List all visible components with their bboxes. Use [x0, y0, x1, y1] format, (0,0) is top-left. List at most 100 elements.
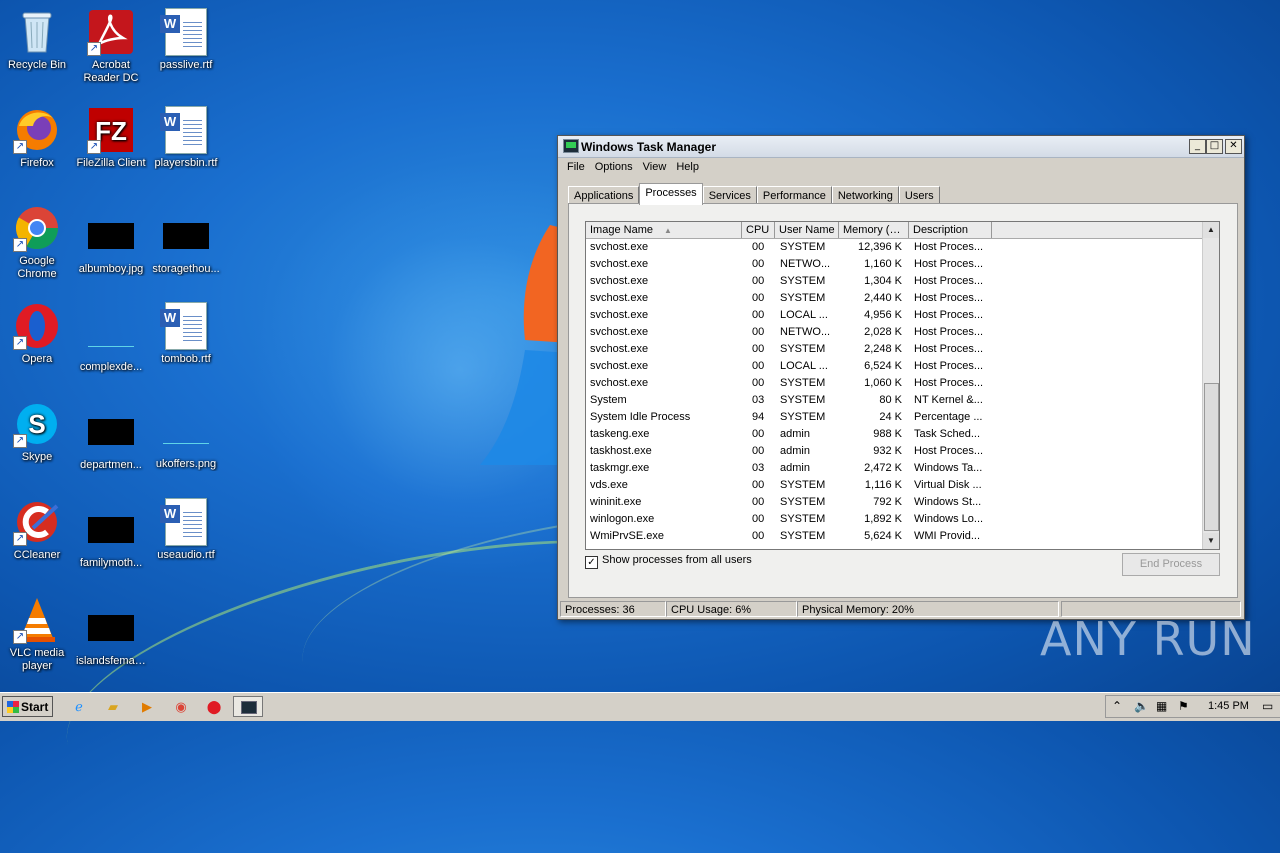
skype-icon: S ↗ — [13, 400, 61, 448]
table-row[interactable]: svchost.exe 00 SYSTEM 1,060 K Host Proces... — [586, 375, 1219, 392]
desktop-icon-opera[interactable]: ↗ Opera — [0, 302, 74, 366]
menu-view[interactable]: View — [638, 158, 672, 176]
shortcut-arrow-icon: ↗ — [87, 42, 101, 56]
show-all-users-checkbox[interactable]: ✓ Show processes from all users — [585, 554, 752, 569]
column-cpu[interactable]: CPU — [742, 222, 775, 238]
desktop-icon-ccleaner[interactable]: ↗ CCleaner — [0, 498, 74, 562]
cell-name: svchost.exe — [590, 292, 649, 304]
column-description[interactable]: Description — [909, 222, 992, 238]
desktop-icon-label: familymoth... — [79, 557, 143, 569]
cell-mem: 988 K — [873, 428, 902, 440]
table-row[interactable]: wininit.exe 00 SYSTEM 792 K Windows St... — [586, 494, 1219, 511]
desktop-icon-label: CCleaner — [13, 549, 61, 561]
table-row[interactable]: svchost.exe 00 SYSTEM 2,440 K Host Proces... — [586, 290, 1219, 307]
processes-panel: Image Name ▲ CPU User Name Memory (… Des… — [568, 203, 1238, 598]
desktop-icon-file[interactable]: storagethou... — [149, 212, 223, 276]
process-list[interactable]: Image Name ▲ CPU User Name Memory (… Des… — [585, 221, 1220, 550]
status-cpu: CPU Usage: 6% — [666, 601, 797, 617]
column-memory[interactable]: Memory (… — [839, 222, 909, 238]
table-row[interactable]: svchost.exe 00 SYSTEM 12,396 K Host Proces..… — [586, 239, 1219, 256]
table-row[interactable]: svchost.exe 00 SYSTEM 1,304 K Host Proces... — [586, 273, 1219, 290]
close-button[interactable]: ✕ — [1225, 139, 1242, 154]
maximize-button[interactable]: □ — [1206, 139, 1223, 154]
action-center-flag-icon[interactable]: ⚑ — [1178, 699, 1189, 713]
table-row[interactable]: vds.exe 00 SYSTEM 1,116 K Virtual Disk ... — [586, 477, 1219, 494]
show-desktop-icon[interactable]: ▭ — [1262, 699, 1273, 713]
table-row[interactable]: System Idle Process 94 SYSTEM 24 K Percentag… — [586, 409, 1219, 426]
menu-file[interactable]: File — [562, 158, 590, 176]
desktop-icon-label: useaudio.rtf — [157, 549, 215, 561]
table-row[interactable]: svchost.exe 00 LOCAL ... 6,524 K Host Proces… — [586, 358, 1219, 375]
end-process-button[interactable]: End Process — [1122, 553, 1220, 576]
table-row[interactable]: System 03 SYSTEM 80 K NT Kernel &... — [586, 392, 1219, 409]
desktop-icon-chrome[interactable]: ↗ Google Chrome — [0, 204, 74, 281]
desktop-icon-file[interactable]: albumboy.jpg — [74, 212, 148, 276]
shortcut-arrow-icon: ↗ — [13, 532, 27, 546]
desktop-icon-recycle-bin[interactable]: Recycle Bin — [0, 8, 74, 72]
clock[interactable]: 1:45 PM — [1208, 700, 1249, 712]
task-manager-taskbar-button[interactable] — [233, 696, 263, 717]
column-image-name[interactable]: Image Name ▲ — [586, 222, 742, 238]
volume-icon[interactable]: 🔈 — [1134, 699, 1149, 713]
cell-name: WmiPrvSE.exe — [590, 530, 664, 542]
desktop-icon-label: playersbin.rtf — [154, 157, 218, 169]
taskbar: Start ℯ ▰ ▶ ◉ ⬤ ⌃ 🔈 ▦ ⚑ ▭ 1:45 PM — [0, 692, 1280, 721]
process-rows: svchost.exe 00 SYSTEM 12,396 K Host Proces..… — [586, 239, 1219, 545]
media-player-icon[interactable]: ▶ — [138, 698, 156, 716]
table-row[interactable]: WmiPrvSE.exe 00 SYSTEM 5,624 K WMI Provid... — [586, 528, 1219, 545]
desktop-icon-label: Acrobat Reader DC — [83, 59, 139, 84]
desktop-icon-rtf[interactable]: W playersbin.rtf — [149, 106, 223, 170]
table-row[interactable]: taskeng.exe 00 admin 988 K Task Sched... — [586, 426, 1219, 443]
menu-help[interactable]: Help — [671, 158, 704, 176]
desktop-icon-file[interactable]: familymoth... — [74, 506, 148, 570]
internet-explorer-icon[interactable]: ℯ — [70, 698, 88, 716]
desktop-icon-label: passlive.rtf — [159, 59, 213, 71]
opera-icon[interactable]: ⬤ — [205, 698, 223, 716]
desktop-icon-rtf[interactable]: W passlive.rtf — [149, 8, 223, 72]
desktop-icon-file[interactable]: complexde... — [74, 310, 148, 374]
scroll-thumb[interactable] — [1204, 383, 1219, 531]
tab-processes[interactable]: Processes — [639, 183, 703, 205]
table-row[interactable]: svchost.exe 00 NETWO... 2,028 K Host Proces.… — [586, 324, 1219, 341]
start-button[interactable]: Start — [2, 696, 53, 717]
desktop-icon-vlc[interactable]: ↗ VLC media player — [0, 596, 74, 673]
status-processes: Processes: 36 — [560, 601, 666, 617]
desktop-icon-acrobat[interactable]: ↗ Acrobat Reader DC — [74, 8, 148, 85]
table-row[interactable]: taskhost.exe 00 admin 932 K Host Proces... — [586, 443, 1219, 460]
desktop-icon-skype[interactable]: S ↗ Skype — [0, 400, 74, 464]
table-row[interactable]: taskmgr.exe 03 admin 2,472 K Windows Ta... — [586, 460, 1219, 477]
desktop-icon-file[interactable]: ukoffers.png — [149, 408, 223, 471]
cell-user: SYSTEM — [780, 377, 826, 389]
folder-icon[interactable]: ▰ — [104, 698, 122, 716]
column-user-name[interactable]: User Name — [775, 222, 839, 238]
task-manager-window[interactable]: Windows Task Manager _ □ ✕ File Options Vi… — [557, 135, 1245, 620]
desktop-icon-file[interactable]: islandsfemal... — [74, 604, 148, 668]
cell-mem: 80 K — [879, 394, 902, 406]
desktop-icon-rtf[interactable]: W tombob.rtf — [149, 302, 223, 366]
table-row[interactable]: svchost.exe 00 NETWO... 1,160 K Host Proces.… — [586, 256, 1219, 273]
menu-options[interactable]: Options — [590, 158, 638, 176]
desktop-icon-filezilla[interactable]: FZ ↗ FileZilla Client — [74, 106, 148, 170]
scroll-down-arrow-icon[interactable]: ▼ — [1203, 533, 1219, 549]
filezilla-icon: FZ ↗ — [87, 106, 135, 154]
chrome-icon[interactable]: ◉ — [172, 698, 190, 716]
cell-mem: 1,160 K — [864, 258, 902, 270]
scroll-up-arrow-icon[interactable]: ▲ — [1203, 222, 1219, 238]
cell-mem: 2,440 K — [864, 292, 902, 304]
shortcut-arrow-icon: ↗ — [13, 238, 27, 252]
show-hidden-icons-icon[interactable]: ⌃ — [1112, 699, 1122, 713]
network-icon[interactable]: ▦ — [1156, 699, 1167, 713]
title-bar[interactable]: Windows Task Manager _ □ ✕ — [558, 136, 1244, 158]
vertical-scrollbar[interactable]: ▲ ▼ — [1202, 222, 1219, 549]
minimize-button[interactable]: _ — [1189, 139, 1206, 154]
cell-desc: Host Proces... — [914, 326, 984, 338]
cell-cpu: 03 — [752, 394, 765, 406]
cell-desc: Windows St... — [914, 496, 982, 508]
word-document-icon: W — [160, 106, 210, 154]
table-row[interactable]: svchost.exe 00 SYSTEM 2,248 K Host Proces... — [586, 341, 1219, 358]
desktop-icon-rtf[interactable]: W useaudio.rtf — [149, 498, 223, 562]
table-row[interactable]: winlogon.exe 00 SYSTEM 1,892 K Windows Lo... — [586, 511, 1219, 528]
desktop-icon-firefox[interactable]: ↗ Firefox — [0, 106, 74, 170]
desktop-icon-file[interactable]: departmen... — [74, 408, 148, 472]
table-row[interactable]: svchost.exe 00 LOCAL ... 4,956 K Host Proces… — [586, 307, 1219, 324]
